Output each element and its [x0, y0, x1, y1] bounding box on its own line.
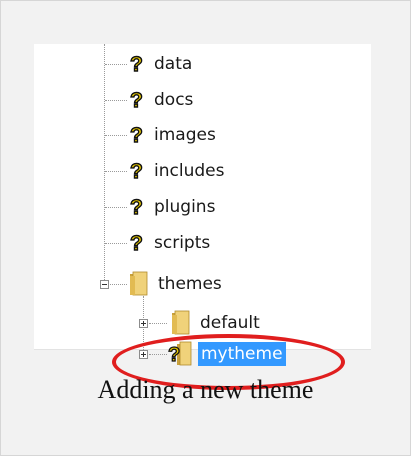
collapse-toggle[interactable] — [100, 280, 109, 289]
tree-item-includes[interactable]: ? includes — [128, 156, 224, 186]
tree-connector — [149, 354, 167, 355]
svg-text:?: ? — [130, 53, 143, 76]
svg-text:?: ? — [130, 232, 143, 255]
tree-item-label-selected: mytheme — [198, 342, 286, 366]
tree-item-label: themes — [158, 274, 222, 294]
tree-connector — [105, 171, 127, 172]
unknown-file-icon: ? — [128, 159, 146, 183]
tree-item-images[interactable]: ? images — [128, 120, 216, 150]
tree-item-label: includes — [154, 161, 225, 181]
tree-connector — [105, 243, 127, 244]
svg-text:?: ? — [130, 196, 143, 219]
svg-text:?: ? — [130, 160, 143, 183]
unknown-file-icon: ? — [128, 88, 146, 112]
tree-connector — [110, 284, 127, 285]
file-tree: ? data ? docs ? images ? includes ? plug… — [34, 44, 371, 390]
tree-connector — [105, 64, 127, 65]
folder-icon — [126, 271, 150, 297]
tree-item-docs[interactable]: ? docs — [128, 85, 193, 115]
expand-toggle[interactable] — [139, 319, 148, 328]
tree-item-plugins[interactable]: ? plugins — [128, 192, 215, 222]
svg-text:?: ? — [130, 124, 143, 147]
file-tree-panel: ? data ? docs ? images ? includes ? plug… — [34, 44, 371, 390]
tree-item-themes[interactable]: themes — [126, 269, 222, 299]
unknown-file-icon: ? — [128, 123, 146, 147]
tree-connector — [149, 323, 167, 324]
unknown-folder-icon: ? — [167, 341, 192, 367]
folder-icon — [168, 310, 192, 336]
tree-item-label: images — [154, 125, 216, 145]
tree-item-label: docs — [154, 90, 194, 110]
tree-connector — [104, 44, 105, 284]
expand-toggle[interactable] — [139, 350, 148, 359]
tree-item-label: data — [154, 54, 193, 74]
tree-item-data[interactable]: ? data — [128, 49, 192, 79]
tree-item-label: plugins — [154, 197, 216, 217]
tree-item-scripts[interactable]: ? scripts — [128, 228, 210, 258]
unknown-file-icon: ? — [128, 231, 146, 255]
figure-frame: ? data ? docs ? images ? includes ? plug… — [0, 0, 411, 456]
tree-connector — [105, 207, 127, 208]
svg-text:?: ? — [130, 89, 143, 112]
tree-connector — [105, 100, 127, 101]
figure-caption: Adding a new theme — [97, 375, 314, 404]
unknown-file-icon: ? — [128, 195, 146, 219]
tree-connector — [105, 135, 127, 136]
tree-item-mytheme[interactable]: ? mytheme — [167, 339, 286, 369]
tree-item-label: scripts — [154, 233, 211, 253]
tree-item-label: default — [200, 313, 260, 333]
svg-text:?: ? — [168, 344, 180, 366]
tree-item-default[interactable]: default — [168, 308, 260, 338]
unknown-file-icon: ? — [128, 52, 146, 76]
